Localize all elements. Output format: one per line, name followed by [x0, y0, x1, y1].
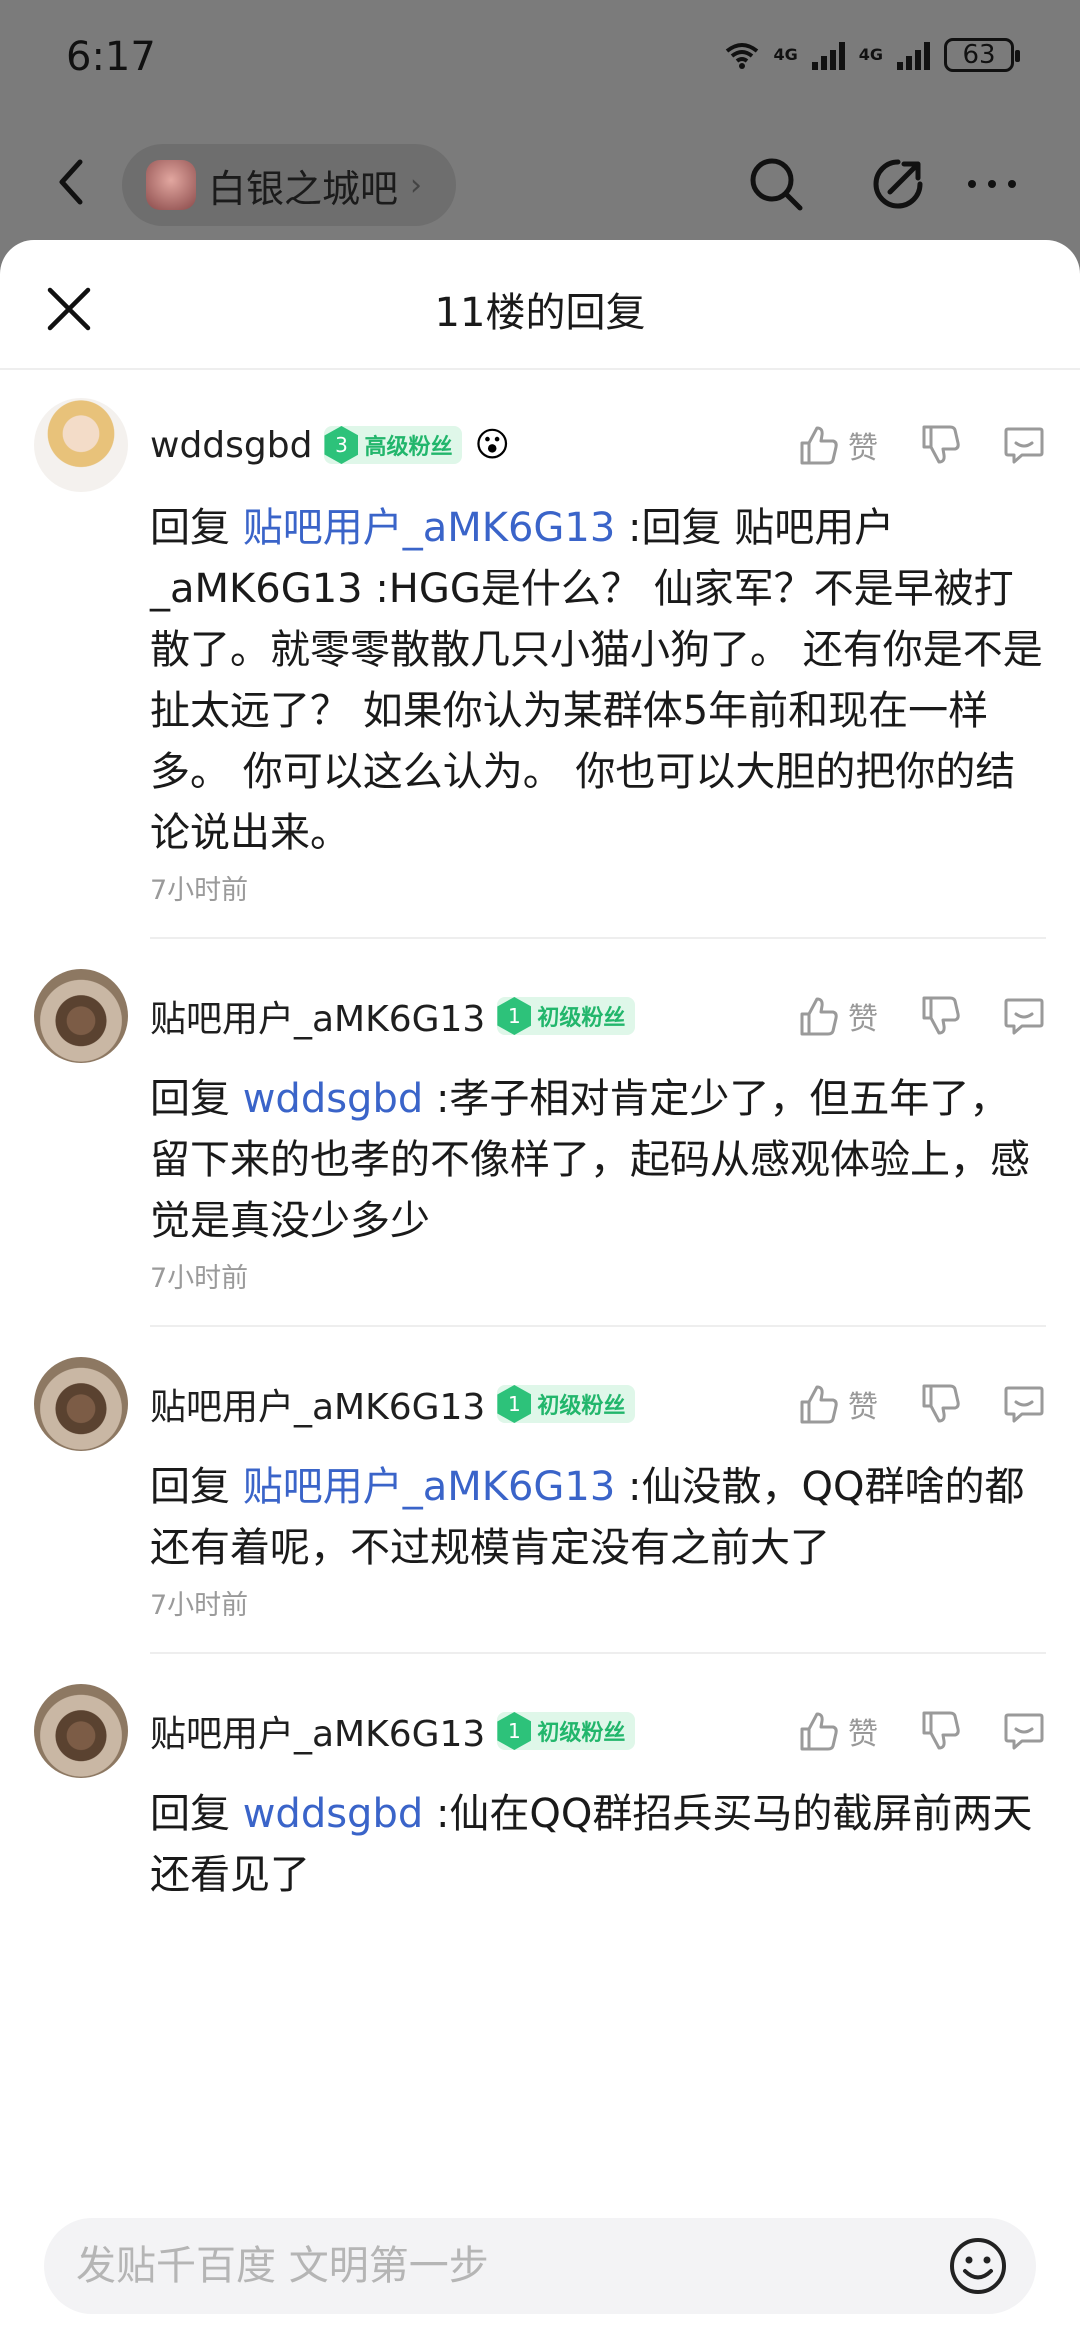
- mention-link[interactable]: 贴吧用户_aMK6G13: [243, 505, 616, 551]
- comment-icon[interactable]: [1002, 1709, 1046, 1753]
- signal-bars-icon: [897, 40, 930, 70]
- thumb-down-icon[interactable]: [918, 1709, 962, 1753]
- thumb-up-icon: [800, 997, 838, 1036]
- reply-prefix: 回复: [150, 1464, 230, 1510]
- like-label: 赞: [848, 1717, 878, 1752]
- reply-item: 贴吧用户_aMK6G13 1 初级粉丝 赞 回复 wddsgbd :孝子相对肯定…: [0, 969, 1080, 1295]
- fan-badge: 1 初级粉丝: [497, 1712, 636, 1750]
- reply-item: 贴吧用户_aMK6G13 1 初级粉丝 赞 回复 贴吧用户_aMK6G13 :仙…: [0, 1357, 1080, 1622]
- comment-icon[interactable]: [1002, 1382, 1046, 1426]
- like-button[interactable]: 赞: [796, 423, 878, 467]
- reply-actions: 赞: [796, 969, 1046, 1063]
- emoji-badge: 😮: [474, 425, 510, 465]
- thumb-down-icon[interactable]: [918, 1382, 962, 1426]
- like-label: 赞: [848, 431, 878, 466]
- network-type-2: 4G: [858, 45, 883, 64]
- username[interactable]: 贴吧用户_aMK6G13: [150, 990, 485, 1042]
- reply-input[interactable]: 发贴千百度 文明第一步: [44, 2218, 1036, 2314]
- badge-level: 1: [497, 997, 532, 1035]
- thumb-up-icon: [800, 426, 838, 465]
- status-icons: 4G 4G 63: [725, 38, 1020, 72]
- thumb-up-icon: [800, 1712, 838, 1751]
- divider: [150, 1325, 1046, 1327]
- thumb-down-icon[interactable]: [918, 423, 962, 467]
- sheet-header: 11楼的回复: [0, 240, 1080, 370]
- mention-link[interactable]: 贴吧用户_aMK6G13: [243, 1464, 616, 1510]
- like-label: 赞: [848, 1390, 878, 1425]
- reply-content: 回复 wddsgbd :仙在QQ群招兵买马的截屏前两天还看见了: [150, 1784, 1046, 1906]
- reply-prefix: 回复: [150, 505, 230, 551]
- status-bar: 6:17 4G 4G 63: [0, 0, 1080, 120]
- avatar[interactable]: [34, 969, 128, 1063]
- reply-prefix: 回复: [150, 1791, 230, 1837]
- network-type-1: 4G: [773, 45, 798, 64]
- wifi-icon: [726, 43, 759, 69]
- reply-item: 贴吧用户_aMK6G13 1 初级粉丝 赞 回复 wddsgbd :仙在QQ群招…: [0, 1684, 1080, 1906]
- reply-text: :回复 贴吧用户_aMK6G13 :HGG是什么？ 仙家军？不是早被打散了。就零…: [150, 505, 1043, 856]
- reply-item: wddsgbd 3 高级粉丝 😮 赞 回复 贴吧用户_aMK6G13 :回复 贴…: [0, 398, 1080, 907]
- like-label: 赞: [848, 1002, 878, 1037]
- share-icon[interactable]: [868, 154, 928, 214]
- badge-text: 初级粉丝: [537, 1006, 626, 1031]
- top-nav: 白银之城吧 ›: [0, 132, 1080, 232]
- reply-prefix: 回复: [150, 1076, 230, 1122]
- sheet-title: 11楼的回复: [434, 290, 646, 336]
- badge-level: 1: [497, 1385, 532, 1423]
- badge-text: 初级粉丝: [537, 1721, 626, 1746]
- username[interactable]: wddsgbd: [150, 425, 312, 466]
- forum-pill[interactable]: 白银之城吧 ›: [122, 144, 457, 226]
- reply-content: 回复 贴吧用户_aMK6G13 :仙没散，QQ群啥的都还有着呢，不过规模肯定没有…: [150, 1457, 1046, 1579]
- mention-link[interactable]: wddsgbd: [243, 1791, 424, 1837]
- composer-bar: 发贴千百度 文明第一步: [0, 2200, 1080, 2340]
- mention-link[interactable]: wddsgbd: [243, 1076, 424, 1122]
- reply-sheet: 11楼的回复 wddsgbd 3 高级粉丝 😮 赞 回复 贴吧用户_aMK6G1…: [0, 240, 1080, 2340]
- signal-bars-icon: [811, 40, 845, 70]
- divider: [150, 937, 1046, 939]
- avatar[interactable]: [34, 1357, 128, 1451]
- reply-time: 7小时前: [150, 1590, 249, 1621]
- fan-badge: 1 初级粉丝: [497, 997, 636, 1035]
- emoji-icon[interactable]: [948, 2236, 1008, 2296]
- reply-actions: 赞: [796, 398, 1046, 492]
- thumb-up-icon: [800, 1385, 838, 1424]
- reply-content: 回复 贴吧用户_aMK6G13 :回复 贴吧用户_aMK6G13 :HGG是什么…: [150, 498, 1046, 864]
- reply-actions: 赞: [796, 1357, 1046, 1451]
- badge-level: 3: [324, 426, 359, 464]
- fan-badge: 3 高级粉丝: [324, 426, 463, 464]
- status-time: 6:17: [66, 34, 156, 80]
- thumb-down-icon[interactable]: [918, 994, 962, 1038]
- background-page: 6:17 4G 4G 63 白银之城吧 ›: [0, 0, 1080, 260]
- like-button[interactable]: 赞: [796, 1709, 878, 1753]
- reply-time: 7小时前: [150, 875, 249, 906]
- comment-icon[interactable]: [1002, 423, 1046, 467]
- reply-content: 回复 wddsgbd :孝子相对肯定少了，但五年了，留下来的也孝的不像样了，起码…: [150, 1069, 1046, 1252]
- badge-text: 初级粉丝: [537, 1394, 626, 1419]
- reply-time: 7小时前: [150, 1263, 249, 1294]
- more-icon[interactable]: [962, 154, 1022, 214]
- comment-icon[interactable]: [1002, 994, 1046, 1038]
- search-icon[interactable]: [746, 154, 806, 214]
- forum-name: 白银之城吧: [208, 166, 399, 211]
- badge-level: 1: [497, 1712, 532, 1750]
- reply-actions: 赞: [796, 1684, 1046, 1778]
- fan-badge: 1 初级粉丝: [497, 1385, 636, 1423]
- username[interactable]: 贴吧用户_aMK6G13: [150, 1378, 485, 1430]
- like-button[interactable]: 赞: [796, 1382, 878, 1426]
- username[interactable]: 贴吧用户_aMK6G13: [150, 1705, 485, 1757]
- like-button[interactable]: 赞: [796, 994, 878, 1038]
- avatar[interactable]: [34, 398, 128, 492]
- chevron-right-icon: ›: [410, 167, 423, 203]
- back-icon[interactable]: [46, 154, 102, 210]
- battery-indicator: 63: [944, 38, 1020, 72]
- avatar[interactable]: [34, 1684, 128, 1778]
- badge-text: 高级粉丝: [364, 435, 453, 460]
- divider: [150, 1652, 1046, 1654]
- forum-avatar: [146, 160, 196, 210]
